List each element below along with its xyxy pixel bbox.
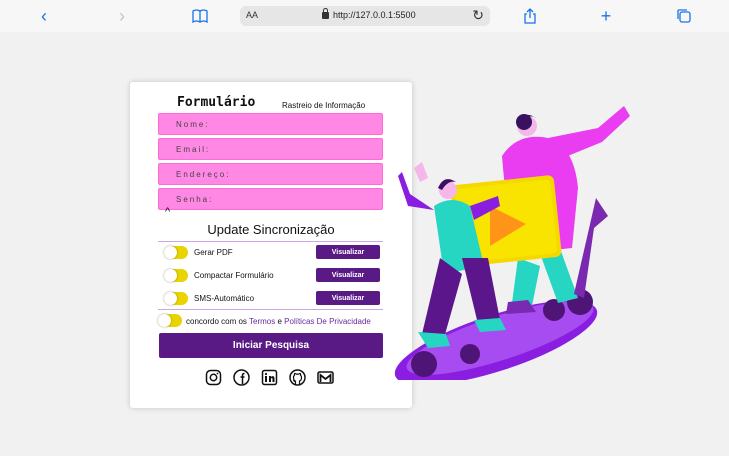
option-label: Compactar Formulário (194, 271, 274, 280)
reload-icon[interactable]: ↻ (472, 7, 484, 24)
visualizar-button[interactable]: Visualizar (316, 245, 380, 259)
browser-toolbar: ‹ › AA http://127.0.0.1:5500 ↻ + (0, 0, 729, 32)
facebook-icon[interactable] (233, 369, 250, 386)
password-field[interactable] (158, 188, 383, 210)
agree-conjunction: e (277, 317, 282, 326)
agree-text: concordo com os Termos e Políticas De Pr… (186, 317, 371, 326)
linkedin-icon[interactable] (261, 369, 278, 386)
address-bar[interactable]: AA http://127.0.0.1:5500 ↻ (240, 6, 490, 26)
compactar-toggle[interactable] (164, 269, 188, 282)
start-search-button[interactable]: Iniciar Pesquisa (159, 333, 383, 358)
bookmarks-icon[interactable] (190, 6, 210, 26)
divider (158, 309, 383, 310)
name-field[interactable] (158, 113, 383, 135)
form-title: Formulário (177, 95, 256, 110)
option-label: Gerar PDF (194, 248, 233, 257)
sync-title: Update Sincronização (207, 222, 335, 237)
instagram-icon[interactable] (205, 369, 222, 386)
tabs-icon[interactable] (674, 6, 694, 26)
visualizar-button[interactable]: Visualizar (316, 291, 380, 305)
forward-icon[interactable]: › (112, 6, 132, 26)
option-row-compactar: Compactar Formulário Visualizar (158, 268, 383, 284)
new-tab-icon[interactable]: + (596, 6, 616, 26)
agree-row: concordo com os Termos e Políticas De Pr… (158, 314, 398, 328)
name-input[interactable] (159, 114, 382, 135)
gerar-pdf-toggle[interactable] (164, 246, 188, 259)
agree-toggle[interactable] (158, 314, 182, 327)
toggle-knob (164, 269, 177, 282)
toggle-knob (158, 314, 171, 327)
form-subtitle: Rastreio de Informação (282, 101, 366, 110)
lock-icon (322, 8, 329, 19)
gmail-icon[interactable] (317, 369, 334, 386)
toggle-knob (164, 246, 177, 259)
toggle-knob (164, 292, 177, 305)
address-field[interactable] (158, 163, 383, 185)
url-text[interactable]: http://127.0.0.1:5500 (333, 10, 416, 20)
divider (158, 241, 383, 242)
share-icon[interactable] (520, 6, 540, 26)
github-icon[interactable] (289, 369, 306, 386)
option-row-sms: SMS-Automático Visualizar (158, 291, 383, 307)
option-row-gerar-pdf: Gerar PDF Visualizar (158, 245, 383, 261)
terms-link[interactable]: Termos (249, 317, 275, 326)
email-field[interactable] (158, 138, 383, 160)
sms-toggle[interactable] (164, 292, 188, 305)
password-input[interactable] (159, 189, 382, 210)
reader-mode-label[interactable]: AA (246, 10, 258, 20)
agree-prefix: concordo com os (186, 317, 247, 326)
email-input[interactable] (159, 139, 382, 160)
social-links (205, 369, 345, 387)
option-label: SMS-Automático (194, 294, 255, 303)
skateboard-illustration (394, 106, 630, 380)
visualizar-button[interactable]: Visualizar (316, 268, 380, 282)
collapse-caret[interactable]: ^ (165, 206, 170, 218)
form-card: Formulário Rastreio de Informação ^ Upda… (130, 82, 412, 408)
back-icon[interactable]: ‹ (34, 6, 54, 26)
privacy-link[interactable]: Políticas De Privacidade (284, 317, 371, 326)
address-input[interactable] (159, 164, 382, 185)
